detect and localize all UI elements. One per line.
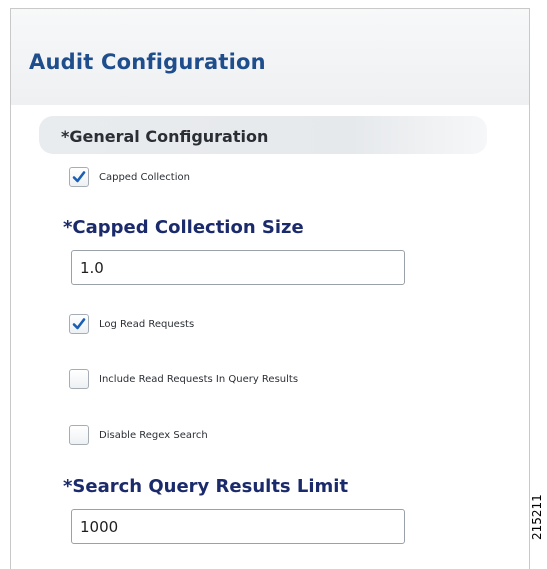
disable-regex-search-checkbox[interactable] bbox=[69, 425, 89, 445]
search-query-results-limit-label: *Search Query Results Limit bbox=[63, 476, 349, 497]
search-query-results-limit-input[interactable] bbox=[71, 509, 405, 544]
capped-collection-size-label: *Capped Collection Size bbox=[63, 217, 304, 238]
page-title: Audit Configuration bbox=[29, 50, 266, 74]
include-read-requests-checkbox[interactable] bbox=[69, 369, 89, 389]
general-configuration-header: *General Configuration bbox=[39, 116, 487, 154]
checkmark-icon bbox=[72, 318, 86, 330]
audit-configuration-panel: Audit Configuration *General Configurati… bbox=[10, 8, 530, 569]
disable-regex-search-label: Disable Regex Search bbox=[99, 430, 208, 441]
include-read-requests-label: Include Read Requests In Query Results bbox=[99, 374, 299, 385]
checkmark-icon bbox=[72, 171, 86, 183]
section-title: *General Configuration bbox=[61, 127, 269, 146]
capped-collection-size-input[interactable] bbox=[71, 250, 405, 285]
log-read-requests-label: Log Read Requests bbox=[99, 319, 195, 330]
capped-collection-label: Capped Collection bbox=[99, 172, 190, 183]
log-read-requests-checkbox[interactable] bbox=[69, 314, 89, 334]
figure-id: 215211 bbox=[530, 494, 544, 540]
capped-collection-checkbox[interactable] bbox=[69, 167, 89, 187]
